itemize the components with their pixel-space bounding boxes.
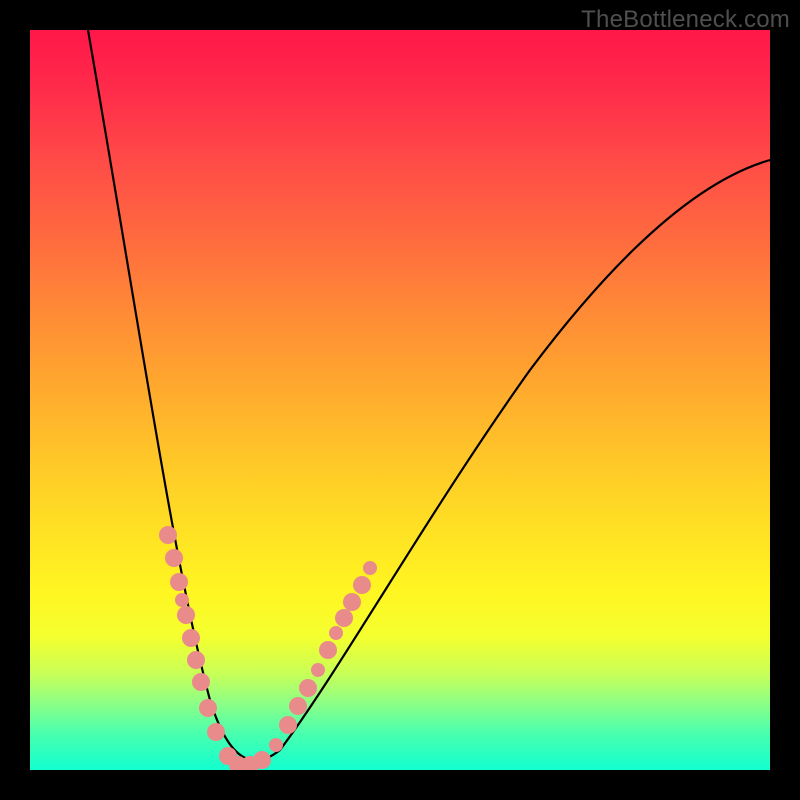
highlight-dot <box>353 576 371 594</box>
highlight-dot <box>299 679 317 697</box>
chart-frame: TheBottleneck.com <box>0 0 800 800</box>
highlight-dot <box>159 526 177 544</box>
highlight-dot <box>319 641 337 659</box>
highlight-dot <box>253 751 271 769</box>
highlight-dot <box>165 549 183 567</box>
highlight-dot <box>192 673 210 691</box>
highlight-dot <box>269 738 283 752</box>
highlight-dot <box>175 593 189 607</box>
highlight-dot <box>311 663 325 677</box>
watermark-text: TheBottleneck.com <box>581 6 790 34</box>
plot-area <box>30 30 770 770</box>
highlight-dot <box>279 716 297 734</box>
highlight-dot <box>182 629 200 647</box>
highlight-dot <box>199 699 217 717</box>
highlight-dot <box>289 697 307 715</box>
highlight-dot <box>207 723 225 741</box>
highlight-dot <box>335 609 353 627</box>
chart-svg <box>30 30 770 770</box>
bottleneck-curve <box>88 30 770 760</box>
highlight-dot <box>329 626 343 640</box>
highlight-dots-group <box>159 526 377 770</box>
highlight-dot <box>343 593 361 611</box>
highlight-dot <box>363 561 377 575</box>
highlight-dot <box>170 573 188 591</box>
highlight-dot <box>177 606 195 624</box>
highlight-dot <box>187 651 205 669</box>
